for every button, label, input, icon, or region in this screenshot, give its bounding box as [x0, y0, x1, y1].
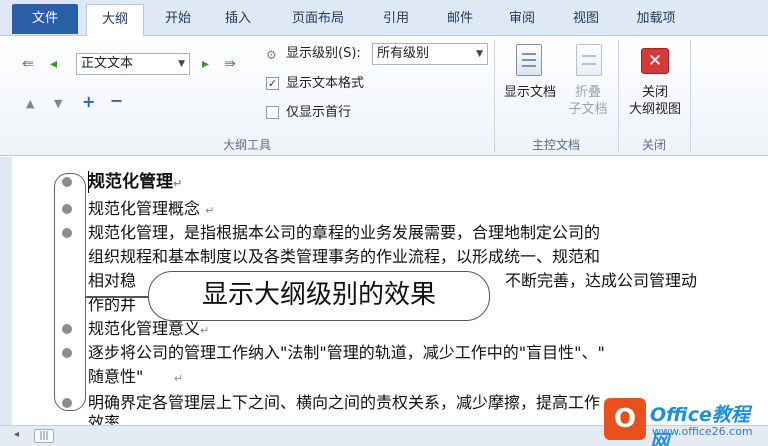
body-line: 不断完善，达成公司管理动 — [505, 271, 698, 290]
body-line: 规范化管理，是指根据本公司的章程的业务发展需要，合理地制定公司的 — [88, 223, 601, 242]
tab-page-layout[interactable]: 页面布局 — [278, 4, 358, 36]
watermark-brand: Office教程网 — [650, 404, 750, 446]
callout-connector — [86, 296, 148, 298]
body-line: 规范化管理意义↵ — [88, 319, 210, 338]
show-text-format-label: 显示文本格式 — [286, 76, 365, 91]
body-line: 相对稳 — [88, 271, 137, 290]
show-level-label: 显示级别(S): — [286, 46, 361, 61]
body-line: 逐步将公司的管理工作纳入"法制"管理的轨道，减少工作中的"盲目性"、" — [88, 343, 605, 362]
heading-line: 规范化管理↵ — [88, 172, 183, 192]
close-outline-view-icon: ✕ — [641, 48, 669, 74]
group-divider — [690, 40, 691, 152]
tab-file[interactable]: 文件 — [12, 4, 78, 34]
watermark-logo: O Office教程网 www.office26.com — [604, 396, 768, 446]
outline-bullet[interactable] — [62, 204, 72, 214]
tab-outline[interactable]: 大纲 — [86, 4, 144, 36]
watermark-url: www.office26.com — [652, 425, 753, 438]
body-line: 随意性" ↵ — [88, 367, 184, 386]
body-line: 组织规程和基本制度以及各类管理事务的作业流程，以形成统一、规范和 — [88, 247, 601, 266]
chevron-down-icon: ▼ — [178, 59, 185, 69]
show-document-button[interactable]: 显示文档 — [498, 84, 562, 101]
show-document-label: 显示文档 — [503, 85, 556, 100]
outline-level-combo[interactable]: 正文文本 ▼ — [76, 53, 190, 75]
collapse-icon[interactable]: − — [110, 93, 123, 109]
show-level-value: 所有级别 — [377, 46, 430, 61]
ribbon: ⇚ ◂ 正文文本 ▼ ▸ ⇛ ▲ ▼ + − ⚙ 显示级别(S): 所有级别 ▼… — [0, 36, 768, 156]
master-document-group-label: 主控文档 — [531, 138, 580, 152]
chevron-down-icon: ▼ — [476, 49, 483, 59]
promote-to-heading1-icon[interactable]: ⇚ — [22, 56, 34, 72]
body-line: 规范化管理概念 ↵ — [88, 199, 215, 218]
collapse-label-line1: 折叠 — [574, 85, 601, 100]
office-logo-icon: O — [604, 398, 646, 440]
close-group-label: 关闭 — [641, 138, 666, 152]
body-line: 明确界定各管理层上下之间、横向之间的责权关系，减少摩擦，提高工作 — [88, 393, 601, 412]
scroll-left-icon[interactable]: ◂ — [14, 429, 19, 440]
close-label-line1: 关闭 — [641, 85, 668, 100]
tab-insert[interactable]: 插入 — [212, 4, 264, 36]
close-outline-view-button[interactable]: 关闭 大纲视图 — [622, 84, 688, 118]
collapse-subdocuments-icon — [576, 44, 602, 76]
outline-tools-group-label: 大纲工具 — [222, 138, 271, 152]
show-level-icon: ⚙ — [266, 48, 277, 62]
outline-bullet[interactable] — [62, 177, 72, 187]
promote-icon[interactable]: ◂ — [50, 56, 57, 72]
show-level-combo[interactable]: 所有级别 ▼ — [372, 43, 488, 65]
show-document-icon — [516, 44, 542, 76]
tab-review[interactable]: 审阅 — [496, 4, 548, 36]
show-text-format-checkbox[interactable]: ✓ — [266, 77, 279, 90]
move-up-icon[interactable]: ▲ — [26, 96, 34, 112]
outline-level-value: 正文文本 — [81, 56, 134, 71]
outline-bullet[interactable] — [62, 398, 72, 408]
callout-annotation: 显示大纲级别的效果 — [148, 271, 490, 321]
collapse-subdocuments-button[interactable]: 折叠 子文档 — [562, 84, 614, 118]
outline-bullet[interactable] — [62, 348, 72, 358]
scrollbar-thumb[interactable]: ||| — [34, 429, 54, 443]
ribbon-tab-bar: 文件 大纲 开始 插入 页面布局 引用 邮件 审阅 视图 加载项 — [0, 0, 768, 36]
show-first-line-checkbox[interactable] — [266, 106, 279, 119]
demote-to-body-icon[interactable]: ⇛ — [224, 56, 236, 72]
show-first-line-label: 仅显示首行 — [286, 105, 352, 120]
tab-home[interactable]: 开始 — [152, 4, 204, 36]
outline-bullet[interactable] — [62, 228, 72, 238]
outline-bullet[interactable] — [62, 324, 72, 334]
expand-icon[interactable]: + — [82, 94, 95, 110]
tab-addins[interactable]: 加载项 — [624, 4, 688, 36]
tab-view[interactable]: 视图 — [560, 4, 612, 36]
demote-icon[interactable]: ▸ — [202, 56, 209, 72]
tab-mailings[interactable]: 邮件 — [434, 4, 486, 36]
collapse-label-line2: 子文档 — [568, 102, 608, 117]
tab-references[interactable]: 引用 — [370, 4, 422, 36]
body-line: 效率 — [88, 413, 121, 425]
close-label-line2: 大纲视图 — [628, 102, 681, 117]
move-down-icon[interactable]: ▼ — [54, 96, 62, 112]
